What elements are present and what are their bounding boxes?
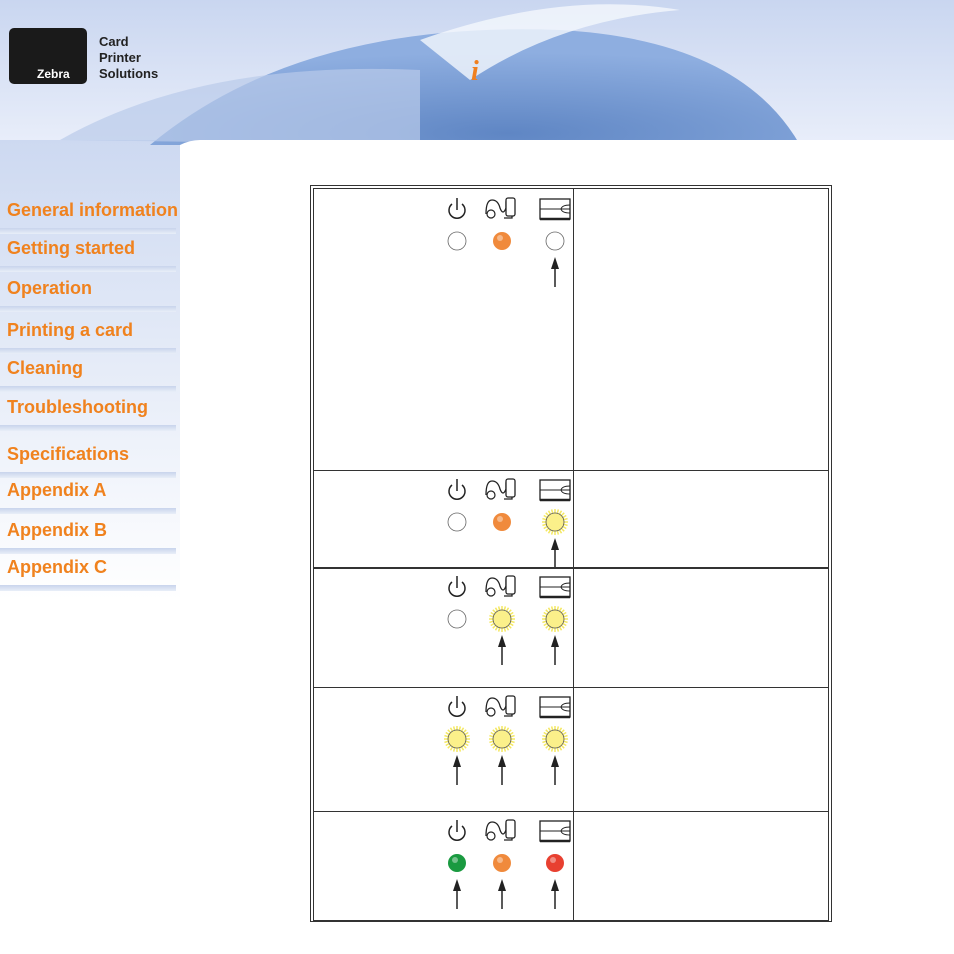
card-feed-icon	[539, 576, 571, 599]
power-icon	[448, 198, 466, 219]
led-yellow-flashing	[542, 726, 568, 752]
arrow-up-icon	[498, 635, 506, 665]
led-table-inner	[313, 188, 829, 921]
power-icon	[448, 576, 466, 597]
led-status-table	[310, 185, 832, 922]
card-feed-icon	[539, 198, 571, 221]
ribbon-card-icon	[485, 478, 516, 500]
nav-item-specifications[interactable]: Specifications	[7, 444, 129, 465]
arrow-up-icon	[551, 635, 559, 665]
nav-separator	[0, 266, 176, 272]
nav-item-appendix-b[interactable]: Appendix B	[7, 520, 107, 541]
nav-separator	[0, 425, 176, 431]
nav-separator	[0, 228, 176, 234]
info-icon: i	[471, 56, 479, 87]
arrow-up-icon	[551, 538, 559, 567]
nav-separator	[0, 386, 176, 392]
power-icon	[448, 696, 466, 717]
card-feed-icon	[539, 820, 571, 843]
arrow-up-icon	[453, 879, 461, 909]
led-row-1	[314, 189, 573, 470]
led-off	[545, 231, 565, 251]
led-off	[447, 512, 467, 532]
led-orange	[493, 232, 511, 250]
nav-separator	[0, 508, 176, 514]
led-orange	[493, 513, 511, 531]
arrow-up-icon	[453, 755, 461, 785]
tagline: Card Printer Solutions	[99, 34, 158, 82]
led-red	[546, 854, 564, 872]
ribbon-card-icon	[485, 197, 516, 219]
tagline-line: Solutions	[99, 66, 159, 81]
led-yellow-flashing	[444, 726, 470, 752]
led-row-3	[314, 567, 573, 687]
nav-separator	[0, 306, 176, 312]
nav-item-printing-a-card[interactable]: Printing a card	[7, 320, 133, 341]
led-off	[447, 231, 467, 251]
led-yellow-flashing	[489, 606, 515, 632]
ribbon-card-icon	[485, 695, 516, 717]
led-row-5	[314, 811, 573, 920]
led-yellow-flashing	[489, 726, 515, 752]
arrow-up-icon	[498, 879, 506, 909]
arrow-up-icon	[498, 755, 506, 785]
power-icon	[448, 479, 466, 500]
zebra-logo: Zebra	[9, 28, 87, 84]
nav-item-general-information[interactable]: General information	[7, 200, 178, 221]
nav-item-operation[interactable]: Operation	[7, 278, 92, 299]
power-icon	[448, 820, 466, 841]
nav-item-appendix-a[interactable]: Appendix A	[7, 480, 106, 501]
led-row-4	[314, 687, 573, 811]
led-yellow-flashing	[542, 606, 568, 632]
arrow-up-icon	[551, 257, 559, 287]
led-yellow-flashing	[542, 509, 568, 535]
arrow-up-icon	[551, 755, 559, 785]
nav-item-troubleshooting[interactable]: Troubleshooting	[7, 397, 148, 418]
nav-separator	[0, 585, 176, 591]
nav-item-getting-started[interactable]: Getting started	[7, 238, 135, 259]
ribbon-card-icon	[485, 819, 516, 841]
card-feed-icon	[539, 479, 571, 502]
led-green	[448, 854, 466, 872]
logo-text: Zebra	[37, 67, 70, 81]
nav-separator	[0, 472, 176, 478]
led-off	[447, 609, 467, 629]
card-feed-icon	[539, 696, 571, 719]
nav-item-cleaning[interactable]: Cleaning	[7, 358, 83, 379]
nav-separator	[0, 548, 176, 554]
nav-item-appendix-c[interactable]: Appendix C	[7, 557, 107, 578]
ribbon-card-icon	[485, 575, 516, 597]
led-orange	[493, 854, 511, 872]
tagline-line: Printer	[99, 50, 141, 65]
nav-separator	[0, 348, 176, 354]
arrow-up-icon	[551, 879, 559, 909]
tagline-line: Card	[99, 34, 129, 49]
led-row-2	[314, 470, 573, 567]
